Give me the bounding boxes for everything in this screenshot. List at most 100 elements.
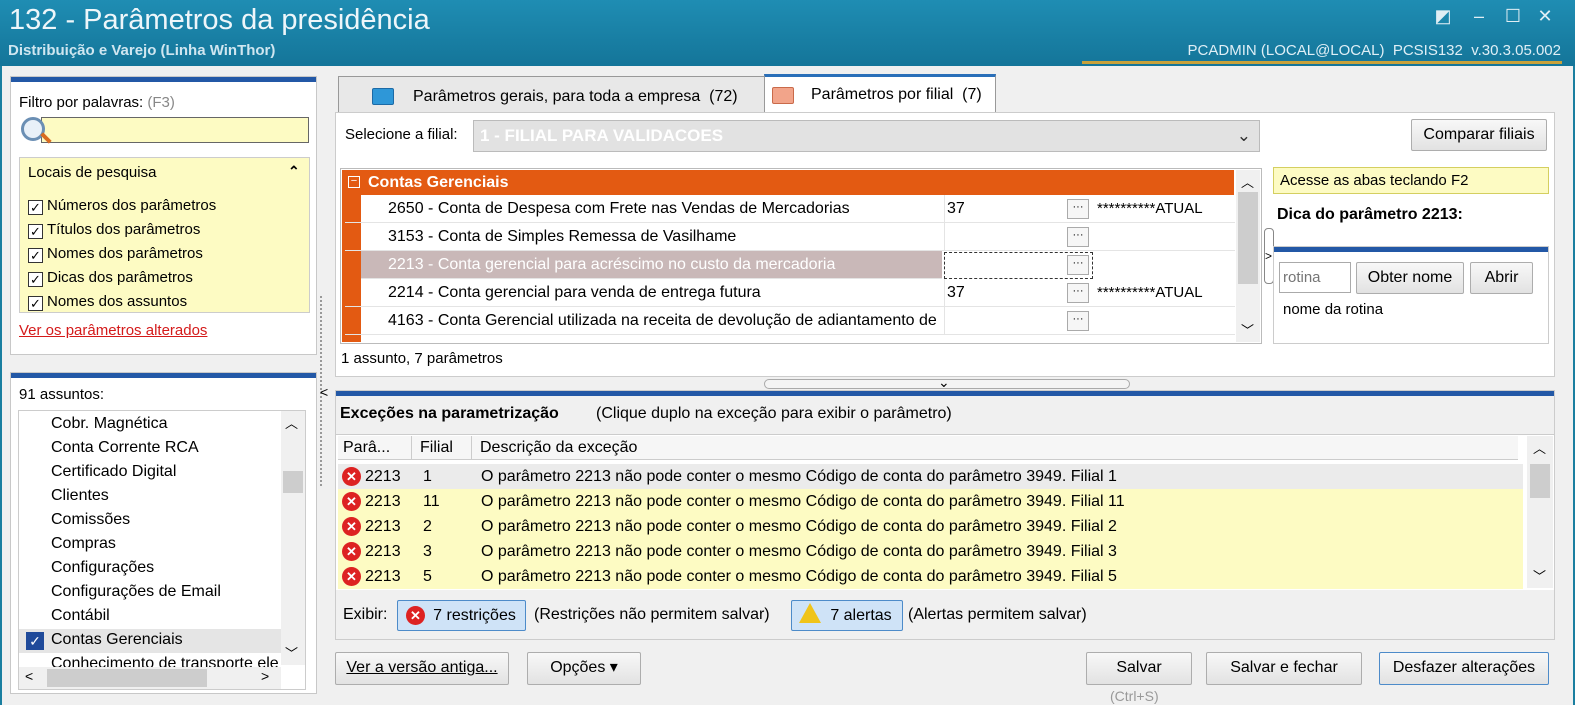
chevron-down-icon[interactable]: ⌄ xyxy=(1237,121,1251,151)
subjects-list: Cobr. Magnética Conta Corrente RCA Certi… xyxy=(18,410,306,690)
list-item[interactable]: Contas Gerenciais xyxy=(51,631,183,649)
collapse-group-icon[interactable]: − xyxy=(348,176,360,188)
obter-nome-button[interactable]: Obter nome xyxy=(1356,262,1464,294)
locations-title: Locais de pesquisa xyxy=(28,164,157,181)
list-item[interactable]: Compras xyxy=(51,535,116,553)
group-header[interactable]: Contas Gerenciais xyxy=(342,170,1234,195)
subjects-count: 91 assuntos: xyxy=(19,386,105,403)
list-item[interactable]: Certificado Digital xyxy=(51,463,176,481)
grid-scrollbar[interactable]: ︿ ﹀ xyxy=(1236,170,1260,342)
scroll-thumb[interactable] xyxy=(283,471,303,493)
filial-value: 1 - FILIAL PARA VALIDACOES xyxy=(480,126,724,145)
table-row[interactable]: 2650 - Conta de Despesa com Frete nas Ve… xyxy=(345,195,1235,223)
altered-params-link[interactable]: Ver os parâmetros alterados xyxy=(19,322,207,339)
exception-row[interactable]: ✕ 2213 3 O parâmetro 2213 não pode conter o… xyxy=(338,539,1523,564)
option-assuntos[interactable]: ✓ Nomes dos assuntos xyxy=(28,290,216,314)
panel-accent xyxy=(11,77,316,82)
ellipsis-button[interactable]: ··· xyxy=(1067,311,1089,331)
ellipsis-button[interactable]: ··· xyxy=(1067,227,1089,247)
chevron-down-icon[interactable]: ⌄ xyxy=(938,374,950,391)
list-hscrollbar[interactable]: < > xyxy=(19,667,281,689)
list-item[interactable]: Configurações de Email xyxy=(51,583,221,601)
scroll-left-icon[interactable]: < xyxy=(25,668,33,684)
exception-row[interactable]: ✕ 2213 1 O parâmetro 2213 não pode conter o… xyxy=(338,464,1523,489)
col-filial[interactable]: Filial xyxy=(411,436,453,460)
restore-icon[interactable]: ◩ xyxy=(1430,6,1456,27)
old-version-button[interactable]: Ver a versão antiga... xyxy=(335,652,509,685)
undo-button[interactable]: Desfazer alterações xyxy=(1379,652,1549,685)
rotina-input[interactable] xyxy=(1279,262,1351,293)
collapse-left-icon[interactable]: < xyxy=(320,384,328,400)
error-icon: ✕ xyxy=(342,567,361,586)
system-info: PCADMIN (LOCAL@LOCAL) PCSIS132 v.30.3.05… xyxy=(1187,42,1561,59)
list-item[interactable]: Configurações xyxy=(51,559,154,577)
tab-general[interactable]: Parâmetros gerais, para toda a empresa (… xyxy=(338,76,768,116)
ellipsis-button[interactable]: ··· xyxy=(1067,199,1089,219)
filter-input[interactable] xyxy=(41,117,309,143)
scroll-thumb[interactable] xyxy=(1238,192,1258,284)
exceptions-header: Parâ... Filial Descrição da exceção xyxy=(338,436,1518,460)
scroll-right-icon[interactable]: > xyxy=(261,668,269,684)
list-item[interactable]: Contábil xyxy=(51,607,110,625)
error-icon: ✕ xyxy=(406,606,425,625)
exceptions-subtitle: (Clique duplo na exceção para exibir o p… xyxy=(596,405,952,422)
grid-status: 1 assunto, 7 parâmetros xyxy=(341,350,503,367)
scroll-up-icon[interactable]: ︿ xyxy=(285,413,298,432)
table-row[interactable]: 3153 - Conta de Simples Remessa de Vasil… xyxy=(345,223,1235,251)
panel-accent xyxy=(336,391,1554,396)
checkbox-icon[interactable]: ✓ xyxy=(28,224,43,239)
table-row-selected[interactable]: 2213 - Conta gerencial para acréscimo no… xyxy=(361,251,942,279)
scroll-down-icon[interactable]: ﹀ xyxy=(1241,320,1254,339)
checked-icon: ✓ xyxy=(26,632,44,650)
checkbox-icon[interactable]: ✓ xyxy=(28,296,43,311)
option-dicas[interactable]: ✓ Dicas dos parâmetros xyxy=(28,266,216,290)
checkbox-icon[interactable]: ✓ xyxy=(28,248,43,263)
exception-row[interactable]: ✕ 2213 5 O parâmetro 2213 não pode conter o… xyxy=(338,564,1523,589)
close-button[interactable]: ✕ xyxy=(1532,6,1558,27)
search-locations-box: Locais de pesquisa ⌃ ✓ Números dos parâme… xyxy=(19,157,310,313)
scroll-down-icon[interactable]: ﹀ xyxy=(1533,566,1546,585)
option-numeros[interactable]: ✓ Números dos parâmetros xyxy=(28,194,216,218)
maximize-button[interactable]: ☐ xyxy=(1500,6,1526,27)
hint-title: Dica do parâmetro 2213: xyxy=(1277,206,1463,223)
exception-row[interactable]: ✕ 2213 11 O parâmetro 2213 não pode conter … xyxy=(338,489,1523,514)
scroll-up-icon[interactable]: ︿ xyxy=(1533,438,1546,457)
options-button[interactable]: Opções ▾ xyxy=(527,652,641,685)
filial-select[interactable]: 1 - FILIAL PARA VALIDACOES ⌄ xyxy=(473,120,1260,152)
option-titulos[interactable]: ✓ Títulos dos parâmetros xyxy=(28,218,216,242)
warning-icon xyxy=(799,603,821,623)
abrir-button[interactable]: Abrir xyxy=(1470,262,1533,294)
scroll-down-icon[interactable]: ﹀ xyxy=(285,643,298,662)
table-row[interactable]: 4163 - Conta Gerencial utilizada na rece… xyxy=(345,307,1235,335)
panel-accent xyxy=(1274,247,1548,252)
table-row[interactable]: 2214 - Conta gerencial para venda de ent… xyxy=(345,279,1235,307)
hscroll-thumb[interactable] xyxy=(47,669,207,687)
error-icon: ✕ xyxy=(342,492,361,511)
list-item[interactable]: Cobr. Magnética xyxy=(51,415,168,433)
ellipsis-button[interactable]: ··· xyxy=(1067,255,1089,275)
col-param[interactable]: Parâ... xyxy=(343,436,390,460)
save-button[interactable]: Salvar xyxy=(1086,652,1192,685)
list-item[interactable]: Clientes xyxy=(51,487,109,505)
col-desc[interactable]: Descrição da exceção xyxy=(471,436,637,460)
exception-row[interactable]: ✕ 2213 2 O parâmetro 2213 não pode conter o… xyxy=(338,514,1523,539)
ellipsis-button[interactable]: ··· xyxy=(1067,283,1089,303)
exceptions-title: Exceções na parametrização xyxy=(340,405,559,422)
collapse-icon[interactable]: ⌃ xyxy=(288,163,300,180)
panel-accent xyxy=(11,373,316,378)
option-nomes[interactable]: ✓ Nomes dos parâmetros xyxy=(28,242,216,266)
save-close-button[interactable]: Salvar e fechar xyxy=(1206,652,1362,685)
exceptions-scrollbar[interactable]: ︿ ﹀ xyxy=(1527,436,1553,588)
compare-filiais-button[interactable]: Comparar filiais xyxy=(1411,119,1547,151)
restricoes-note: (Restrições não permitem salvar) xyxy=(534,606,770,623)
list-item[interactable]: Conta Corrente RCA xyxy=(51,439,199,457)
scroll-thumb[interactable] xyxy=(1530,464,1550,498)
scroll-up-icon[interactable]: ︿ xyxy=(1241,172,1254,191)
rotina-box: Obter nome Abrir nome da rotina xyxy=(1273,246,1549,344)
minimize-button[interactable]: – xyxy=(1466,6,1492,27)
checkbox-icon[interactable]: ✓ xyxy=(28,272,43,287)
list-scrollbar[interactable]: ︿ ﹀ xyxy=(281,411,305,665)
list-item[interactable]: Comissões xyxy=(51,511,130,529)
tab-filial[interactable]: Parâmetros por filial (7) xyxy=(764,74,996,114)
checkbox-icon[interactable]: ✓ xyxy=(28,200,43,215)
